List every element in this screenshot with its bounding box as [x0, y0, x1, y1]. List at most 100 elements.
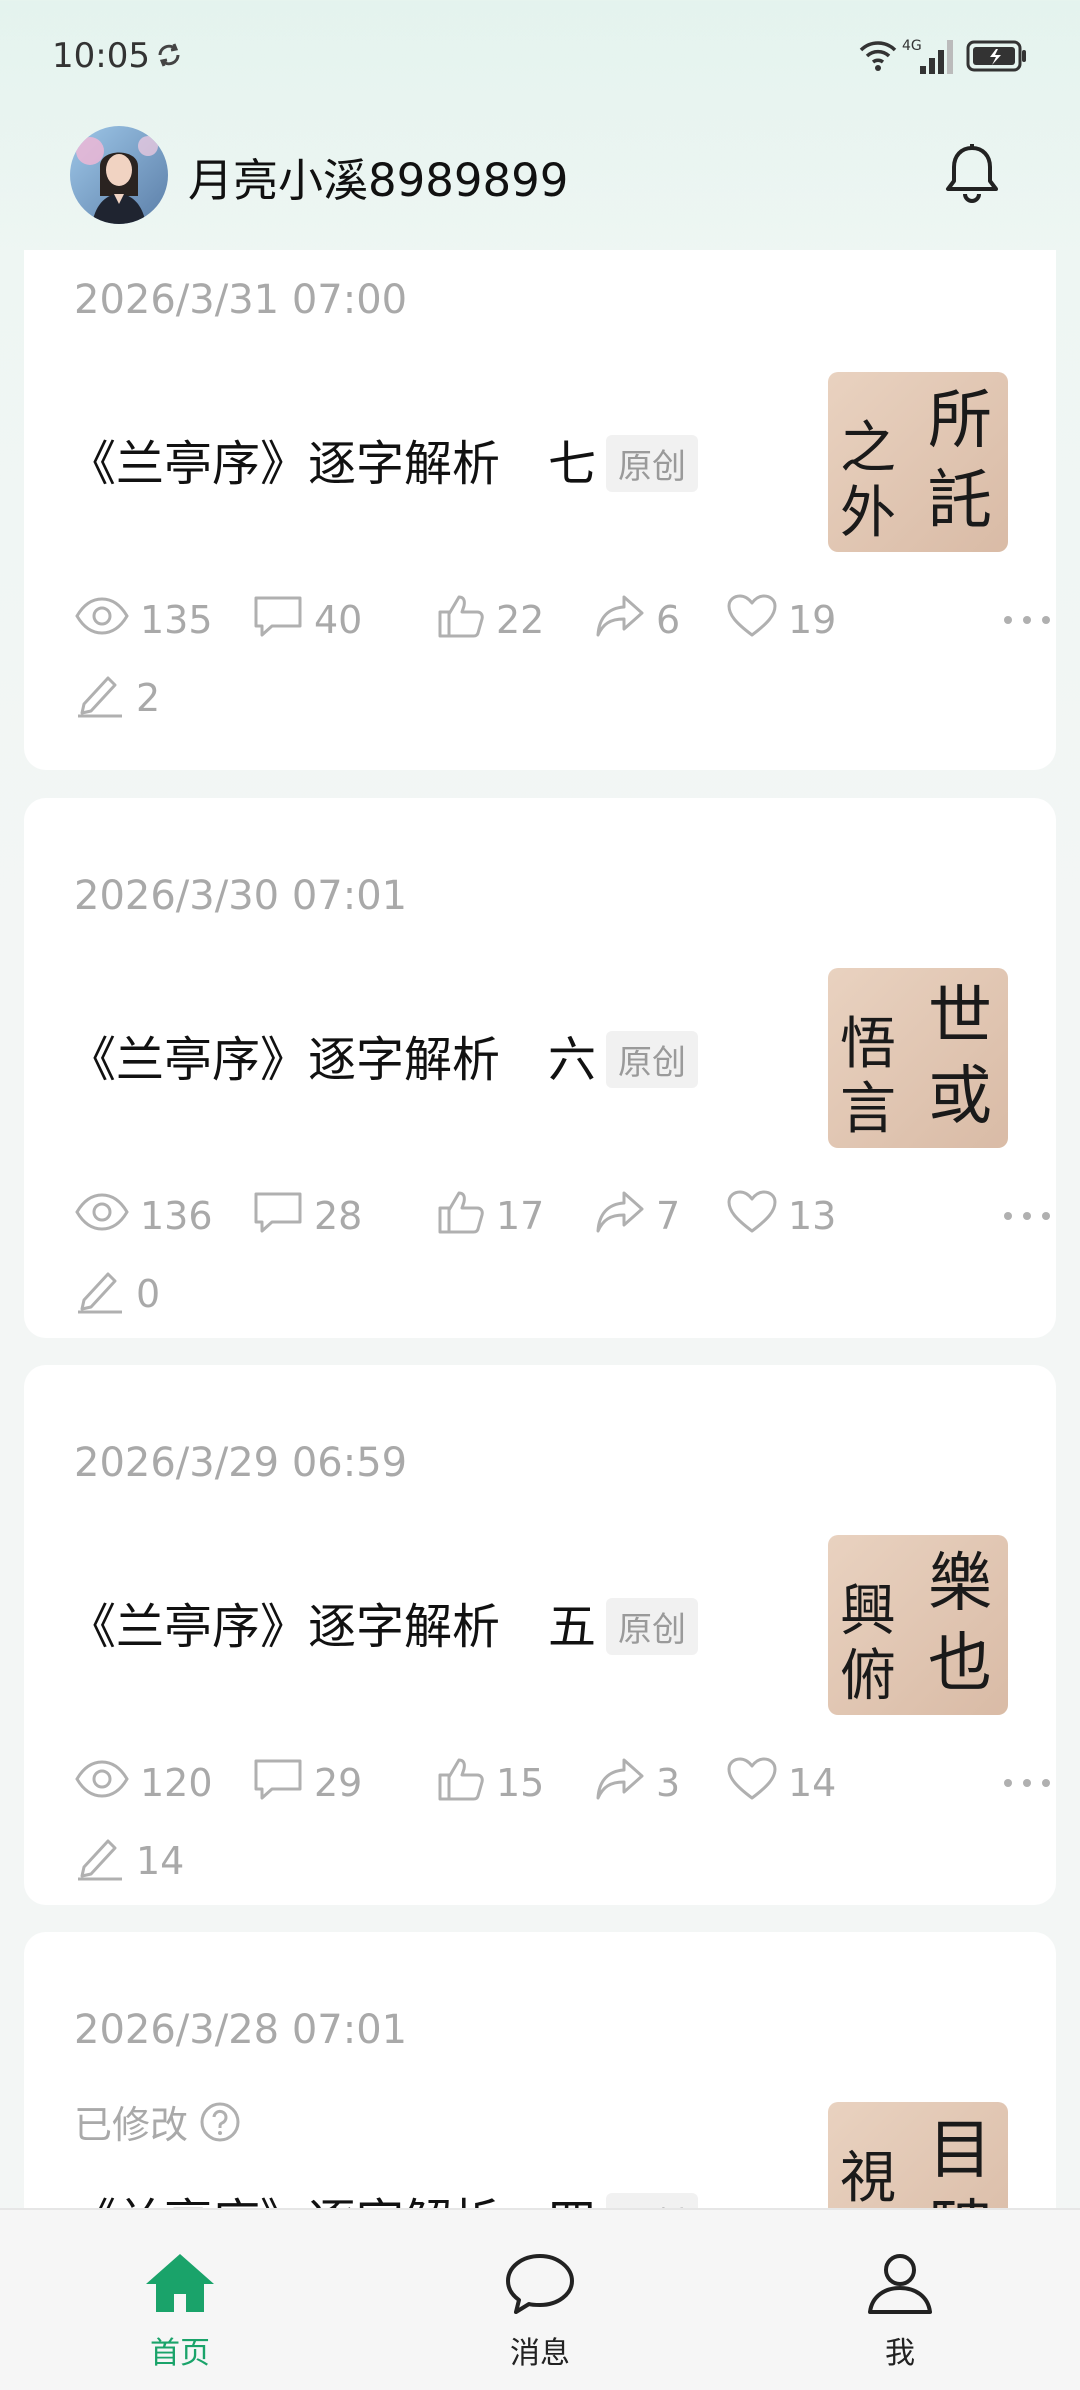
share-icon — [594, 1189, 646, 1244]
comment-count[interactable]: 28 — [252, 1188, 362, 1244]
favorite-count-value: 19 — [788, 598, 837, 642]
favorite-count[interactable]: 14 — [726, 1755, 836, 1811]
post-title-text: 《兰亭序》逐字解析 七 — [68, 436, 597, 492]
like-count-value: 15 — [496, 1761, 545, 1805]
edit-count-value: 0 — [136, 1272, 161, 1316]
original-tag: 原创 — [606, 1030, 699, 1088]
post-thumbnail[interactable]: 世或悟言 — [828, 968, 1008, 1148]
status-time: 10:05 — [52, 36, 150, 76]
like-count-value: 17 — [496, 1194, 545, 1238]
comment-count[interactable]: 40 — [252, 592, 362, 648]
tab-me[interactable]: 我 — [800, 2210, 1000, 2390]
username[interactable]: 月亮小溪8989899 — [188, 144, 568, 209]
share-count-value: 6 — [656, 598, 681, 642]
like-count[interactable]: 17 — [436, 1188, 544, 1244]
post-stats: 120 29 15 3 14 14 — [74, 1755, 1050, 1883]
chat-bubble-icon — [506, 2254, 574, 2314]
more-options-icon[interactable] — [1002, 1210, 1052, 1222]
comment-icon — [252, 594, 304, 647]
view-count-value: 120 — [140, 1761, 213, 1805]
edit-count[interactable]: 14 — [74, 1833, 184, 1889]
share-icon — [594, 593, 646, 648]
favorite-count-value: 13 — [788, 1194, 837, 1238]
post-date: 2026/3/28 07:01 — [74, 2007, 408, 2053]
heart-icon — [726, 1189, 778, 1244]
wifi-icon — [859, 41, 897, 71]
view-count[interactable]: 120 — [74, 1755, 213, 1811]
comment-icon — [252, 1757, 304, 1810]
thumb-glyph: 興 — [840, 1579, 896, 1644]
bell-icon[interactable] — [942, 142, 1002, 206]
person-icon — [868, 2254, 932, 2314]
tab-me-label: 我 — [885, 2336, 915, 2371]
thumb-glyph: 視 — [840, 2146, 896, 2211]
avatar[interactable] — [70, 126, 168, 224]
eye-icon — [74, 1192, 130, 1241]
post-date: 2026/3/31 07:00 — [74, 277, 408, 323]
modified-indicator[interactable]: 已修改 — [74, 2094, 242, 2149]
signal-icon: 4G — [902, 38, 953, 74]
post-title-text: 《兰亭序》逐字解析 五 — [68, 1599, 597, 1655]
favorite-count-value: 14 — [788, 1761, 837, 1805]
edit-count[interactable]: 0 — [74, 1266, 160, 1322]
edit-count-value: 14 — [136, 1839, 185, 1883]
share-count[interactable]: 3 — [594, 1755, 680, 1811]
heart-icon — [726, 593, 778, 648]
comment-count[interactable]: 29 — [252, 1755, 362, 1811]
eye-icon — [74, 596, 130, 645]
post-title-text: 《兰亭序》逐字解析 六 — [68, 1032, 597, 1088]
thumb-glyph: 或 — [928, 1060, 992, 1134]
thumb-glyph: 所 — [928, 384, 992, 458]
post-date: 2026/3/30 07:01 — [74, 873, 408, 919]
favorite-count[interactable]: 19 — [726, 592, 836, 648]
more-options-icon[interactable] — [1002, 1777, 1052, 1789]
share-count[interactable]: 6 — [594, 592, 680, 648]
thumb-glyph: 世 — [928, 980, 992, 1054]
status-bar: 10:05 4G — [0, 0, 1080, 110]
thumb-glyph: 外 — [840, 481, 896, 546]
thumbs-up-icon — [436, 1755, 486, 1812]
thumb-glyph: 樂 — [928, 1547, 992, 1621]
thumb-glyph: 目 — [928, 2114, 992, 2188]
like-count[interactable]: 22 — [436, 592, 544, 648]
more-options-icon[interactable] — [1002, 614, 1052, 626]
thumbs-up-icon — [436, 1188, 486, 1245]
post-thumbnail[interactable]: 所託之外 — [828, 372, 1008, 552]
modified-label: 已修改 — [74, 2103, 189, 2147]
post-title[interactable]: 《兰亭序》逐字解析 七原创 — [68, 424, 699, 496]
comment-count-value: 29 — [314, 1761, 363, 1805]
bottom-tab-bar: 首页 消息 我 — [0, 2208, 1080, 2390]
original-tag: 原创 — [606, 434, 699, 492]
network-type-label: 4G — [902, 38, 922, 54]
favorite-count[interactable]: 13 — [726, 1188, 836, 1244]
share-count[interactable]: 7 — [594, 1188, 680, 1244]
like-count[interactable]: 15 — [436, 1755, 544, 1811]
help-circle-icon[interactable] — [198, 2100, 242, 2144]
comment-count-value: 40 — [314, 598, 363, 642]
thumbs-up-icon — [436, 592, 486, 649]
heart-icon — [726, 1756, 778, 1811]
thumb-glyph: 也 — [928, 1627, 992, 1701]
share-count-value: 3 — [656, 1761, 681, 1805]
share-count-value: 7 — [656, 1194, 681, 1238]
edit-count-value: 2 — [136, 676, 161, 720]
post-stats: 136 28 17 7 13 0 — [74, 1188, 1050, 1316]
thumb-glyph: 託 — [928, 464, 992, 538]
post-card[interactable]: 2026/3/31 07:00 《兰亭序》逐字解析 七原创 所託之外 135 40 22 6… — [24, 250, 1056, 770]
post-card[interactable]: 2026/3/30 07:01 《兰亭序》逐字解析 六原创 世或悟言 136 28 17 7… — [24, 798, 1056, 1338]
view-count[interactable]: 136 — [74, 1188, 213, 1244]
share-icon — [594, 1756, 646, 1811]
post-thumbnail[interactable]: 樂也興俯 — [828, 1535, 1008, 1715]
tab-messages[interactable]: 消息 — [440, 2210, 640, 2390]
tab-home[interactable]: 首页 — [80, 2210, 280, 2390]
thumb-glyph: 之 — [840, 416, 896, 481]
edit-count[interactable]: 2 — [74, 670, 160, 726]
eye-icon — [74, 1759, 130, 1808]
tab-messages-label: 消息 — [510, 2336, 570, 2371]
view-count[interactable]: 135 — [74, 592, 213, 648]
thumb-glyph: 言 — [840, 1077, 896, 1142]
post-title[interactable]: 《兰亭序》逐字解析 五原创 — [68, 1587, 699, 1659]
post-title[interactable]: 《兰亭序》逐字解析 六原创 — [68, 1020, 699, 1092]
post-card[interactable]: 2026/3/29 06:59 《兰亭序》逐字解析 五原创 樂也興俯 120 29 15 3… — [24, 1365, 1056, 1905]
home-icon — [146, 2254, 214, 2312]
